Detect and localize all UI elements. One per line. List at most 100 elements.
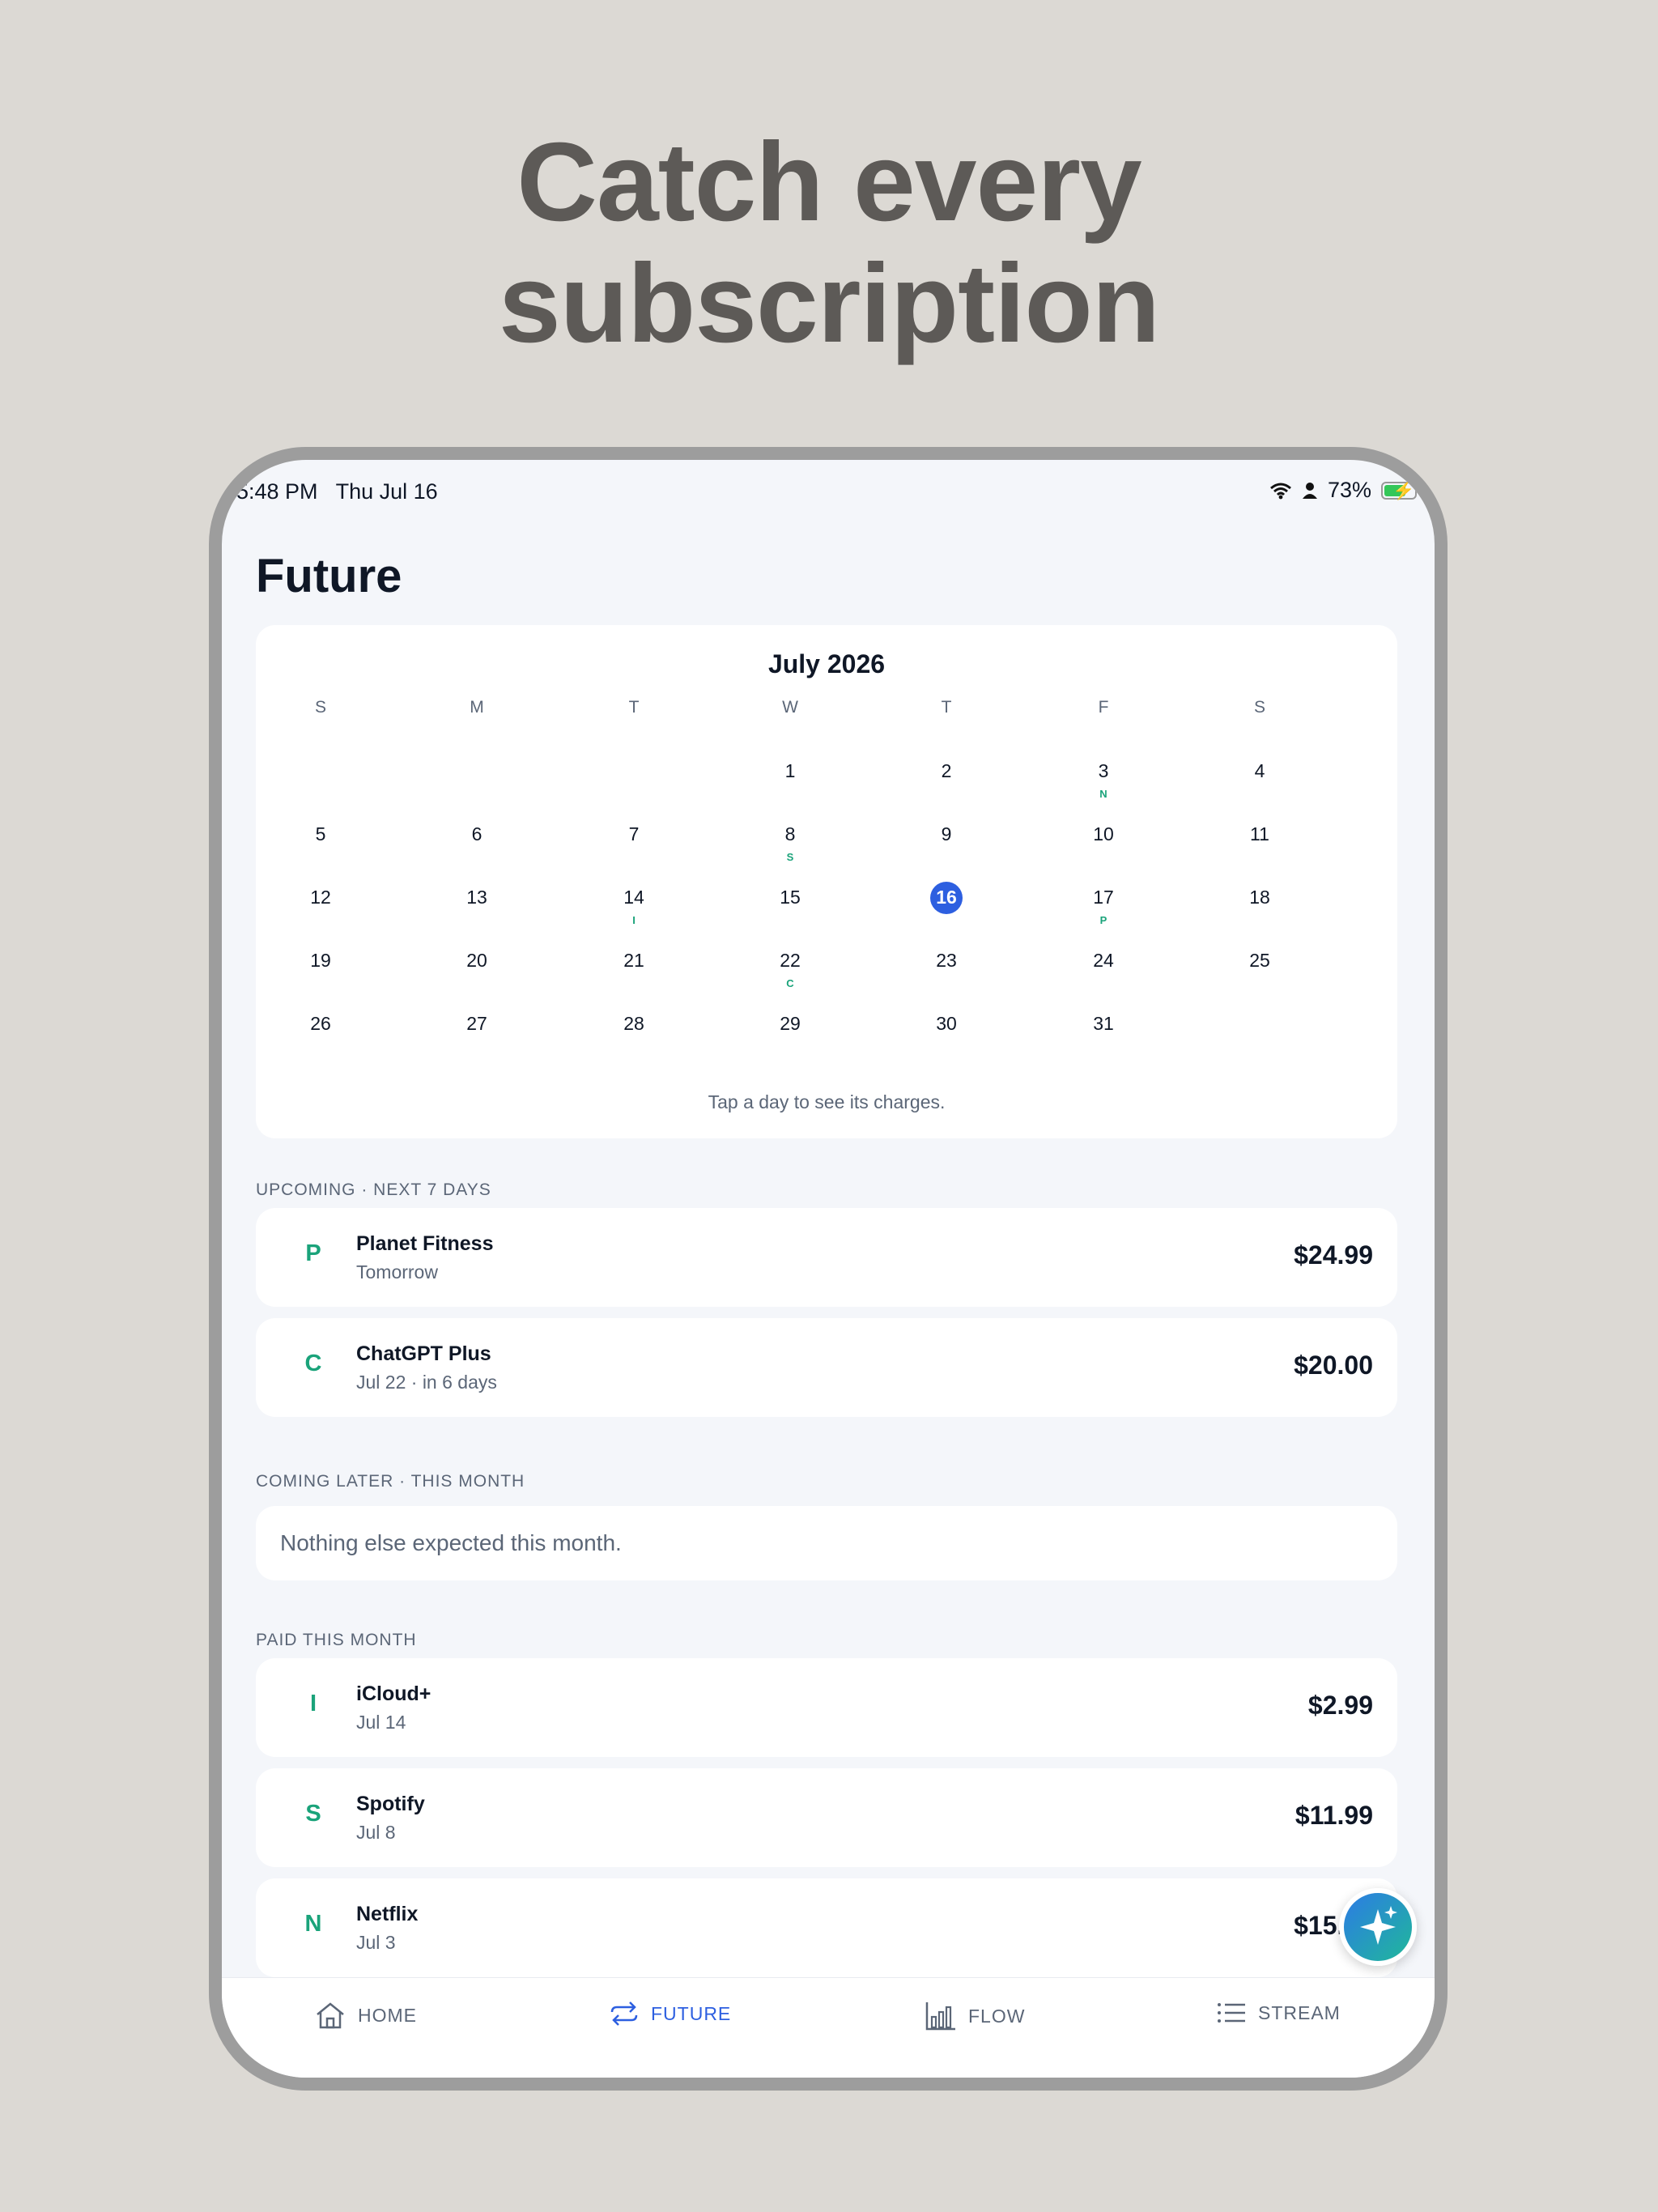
- subscription-row[interactable]: S Spotify Jul 8 $11.99: [256, 1768, 1397, 1867]
- status-time-text: 5:48 PM: [236, 479, 318, 504]
- calendar-day[interactable]: 21: [602, 950, 666, 972]
- tab-stream-label: STREAM: [1258, 2001, 1341, 2023]
- calendar-day[interactable]: 12: [288, 887, 353, 908]
- calendar-day[interactable]: 2: [914, 760, 979, 782]
- weekday-header: T: [941, 698, 952, 717]
- headline-line-2: subscription: [498, 241, 1160, 366]
- calendar-day[interactable]: 8: [758, 823, 823, 845]
- calendar-day[interactable]: 19: [288, 950, 353, 972]
- calendar-day[interactable]: 20: [444, 950, 509, 972]
- calendar-day[interactable]: 31: [1071, 1013, 1136, 1035]
- subscription-initial: C: [304, 1351, 322, 1376]
- charging-icon: ⚡: [1392, 479, 1415, 500]
- calendar-day[interactable]: 3: [1071, 760, 1136, 782]
- tab-stream[interactable]: STREAM: [1216, 2001, 1341, 2025]
- repeat-icon: [610, 2001, 638, 2026]
- subscription-name: Spotify: [356, 1793, 425, 1815]
- subscription-date: Jul 14: [356, 1712, 406, 1733]
- subscription-date: Tomorrow: [356, 1261, 438, 1283]
- charge-marker: C: [786, 977, 794, 989]
- headline-line-1: Catch every: [517, 120, 1141, 245]
- list-icon: [1218, 2003, 1245, 2023]
- ai-assistant-button[interactable]: [1339, 1888, 1417, 1966]
- calendar-day[interactable]: 4: [1227, 760, 1292, 782]
- calendar-hint: Tap a day to see its charges.: [708, 1091, 946, 1112]
- coming-later-label: COMING LATER · THIS MONTH: [256, 1472, 525, 1491]
- calendar-day[interactable]: 17: [1071, 887, 1136, 908]
- charge-marker: P: [1099, 914, 1107, 926]
- calendar-day[interactable]: 27: [444, 1013, 509, 1035]
- page-title: Future: [256, 550, 402, 602]
- coming-later-card: Nothing else expected this month.: [256, 1506, 1397, 1580]
- tab-flow[interactable]: FLOW: [925, 2001, 1025, 2031]
- calendar-card: July 2026 Tap a day to see its charges. …: [256, 625, 1397, 1138]
- subscription-date: Jul 8: [356, 1822, 396, 1843]
- subscription-name: ChatGPT Plus: [356, 1342, 491, 1365]
- empty-message: Nothing else expected this month.: [280, 1530, 622, 1555]
- subscription-date: Jul 22 · in 6 days: [356, 1372, 497, 1393]
- status-bar: 5:48 PM Thu Jul 16 73% ⚡: [222, 460, 1435, 525]
- subscription-date: Jul 3: [356, 1932, 396, 1953]
- subscription-row[interactable]: P Planet Fitness Tomorrow $24.99: [256, 1208, 1397, 1307]
- calendar-day[interactable]: 13: [444, 887, 509, 908]
- calendar-day[interactable]: 23: [914, 950, 979, 972]
- bar-chart-icon: [925, 2002, 955, 2031]
- calendar-day[interactable]: 18: [1227, 887, 1292, 908]
- calendar-day[interactable]: 5: [288, 823, 353, 845]
- tablet-frame: 5:48 PM Thu Jul 16 73% ⚡ Future July 202…: [209, 447, 1448, 2091]
- calendar-day[interactable]: 1: [758, 760, 823, 782]
- status-date-text: Thu Jul 16: [335, 479, 438, 504]
- status-right: 73% ⚡: [1269, 478, 1417, 503]
- tab-home[interactable]: HOME: [314, 2001, 417, 2030]
- tab-bar: HOME FUTURE FLOW STREAM: [222, 1977, 1435, 2078]
- weekday-header: T: [628, 698, 640, 717]
- subscription-initial: I: [309, 1691, 317, 1716]
- calendar-day[interactable]: 24: [1071, 950, 1136, 972]
- subscription-amount: $24.99: [1294, 1240, 1373, 1270]
- wifi-icon: [1269, 483, 1291, 499]
- calendar-day[interactable]: 29: [758, 1013, 823, 1035]
- calendar-day[interactable]: 26: [288, 1013, 353, 1035]
- calendar-month: July 2026: [767, 649, 886, 678]
- tab-flow-label: FLOW: [968, 2005, 1026, 2027]
- calendar-day[interactable]: 10: [1071, 823, 1136, 845]
- subscription-name: Netflix: [356, 1903, 419, 1925]
- calendar-day[interactable]: 14: [602, 887, 666, 908]
- calendar-day[interactable]: 15: [758, 887, 823, 908]
- weekday-header: F: [1098, 698, 1109, 717]
- calendar-day[interactable]: 28: [602, 1013, 666, 1035]
- charge-marker: N: [1099, 788, 1107, 800]
- calendar-day[interactable]: 6: [444, 823, 509, 845]
- battery-icon: ⚡: [1381, 479, 1417, 500]
- paid-label: PAID THIS MONTH: [256, 1631, 417, 1649]
- weekday-header: W: [782, 698, 798, 717]
- sparkle-icon: [1360, 1906, 1397, 1945]
- calendar-day[interactable]: 7: [602, 823, 666, 845]
- subscription-row[interactable]: C ChatGPT Plus Jul 22 · in 6 days $20.00: [256, 1318, 1397, 1417]
- charge-marker: I: [632, 914, 636, 926]
- subscription-amount: $11.99: [1295, 1801, 1373, 1830]
- subscription-name: iCloud+: [356, 1682, 432, 1705]
- battery-percent: 73%: [1327, 478, 1371, 502]
- calendar-day[interactable]: 9: [914, 823, 979, 845]
- subscription-initial: P: [305, 1240, 321, 1266]
- calendar-day[interactable]: 11: [1227, 823, 1292, 845]
- calendar-day[interactable]: 25: [1227, 950, 1292, 972]
- calendar-day[interactable]: 30: [914, 1013, 979, 1035]
- calendar-day-today[interactable]: 16: [914, 887, 979, 908]
- subscription-amount: $20.00: [1294, 1351, 1373, 1380]
- tab-future[interactable]: FUTURE: [609, 2001, 731, 2027]
- status-time: 5:48 PM Thu Jul 16: [236, 479, 438, 504]
- subscription-name: Planet Fitness: [356, 1232, 494, 1255]
- subscription-row[interactable]: N Netflix Jul 3 $15.49: [256, 1878, 1397, 1977]
- subscription-row[interactable]: IiCloud+ Jul 14 $2.99: [256, 1658, 1397, 1757]
- subscription-initial: N: [304, 1911, 322, 1937]
- headline: Catch every subscription: [0, 121, 1658, 364]
- weekday-header: M: [470, 698, 484, 717]
- person-icon: [1302, 482, 1317, 499]
- home-icon: [317, 2002, 344, 2029]
- tab-home-label: HOME: [358, 2004, 417, 2026]
- upcoming-label: UPCOMING · NEXT 7 DAYS: [256, 1180, 491, 1199]
- calendar-day[interactable]: 22: [758, 950, 823, 972]
- tab-future-label: FUTURE: [651, 2002, 732, 2024]
